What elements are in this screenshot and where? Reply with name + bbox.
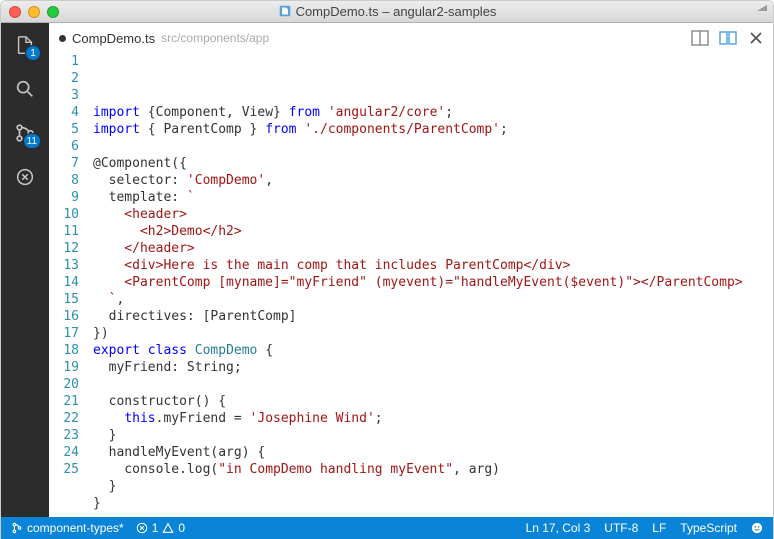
vscode-file-icon: [278, 4, 292, 18]
explorer-badge: 1: [25, 45, 41, 61]
code-line[interactable]: selector: 'CompDemo',: [93, 172, 773, 189]
line-number: 3: [49, 87, 79, 104]
line-number: 21: [49, 393, 79, 410]
code-line[interactable]: }): [93, 325, 773, 342]
code-line[interactable]: }: [93, 478, 773, 495]
line-number: 2: [49, 70, 79, 87]
code-line[interactable]: `,: [93, 291, 773, 308]
editor-group: CompDemo.ts src/components/app 123456789…: [49, 23, 773, 517]
line-number: 16: [49, 308, 79, 325]
code-line[interactable]: <h2>Demo</h2>: [93, 223, 773, 240]
code-line[interactable]: template: `: [93, 189, 773, 206]
code-line[interactable]: [93, 512, 773, 517]
line-number: 18: [49, 342, 79, 359]
search-view-button[interactable]: [11, 75, 39, 103]
line-number: 5: [49, 121, 79, 138]
status-warnings-count: 0: [178, 521, 185, 535]
status-problems[interactable]: 1 0: [136, 521, 185, 535]
code-line[interactable]: <ParentComp [myname]="myFriend" (myevent…: [93, 274, 773, 291]
line-number: 4: [49, 104, 79, 121]
code-line[interactable]: constructor() {: [93, 393, 773, 410]
line-number: 12: [49, 240, 79, 257]
code-line[interactable]: }: [93, 495, 773, 512]
status-errors-count: 1: [152, 521, 159, 535]
window-title: CompDemo.ts – angular2-samples: [1, 4, 773, 19]
close-window-button[interactable]: [9, 6, 21, 18]
compare-icon[interactable]: [719, 29, 737, 47]
code-line[interactable]: this.myFriend = 'Josephine Wind';: [93, 410, 773, 427]
window-titlebar: CompDemo.ts – angular2-samples: [1, 1, 773, 23]
line-number-gutter: 1234567891011121314151617181920212223242…: [49, 53, 93, 517]
code-line[interactable]: console.log("in CompDemo handling myEven…: [93, 461, 773, 478]
tab-filepath: src/components/app: [161, 31, 269, 45]
source-control-button[interactable]: 11: [11, 119, 39, 147]
code-line[interactable]: import { ParentComp } from './components…: [93, 121, 773, 138]
line-number: 25: [49, 461, 79, 478]
dirty-indicator-icon: [59, 35, 66, 42]
line-number: 23: [49, 427, 79, 444]
code-line[interactable]: @Component({: [93, 155, 773, 172]
minimize-window-button[interactable]: [28, 6, 40, 18]
explorer-view-button[interactable]: 1: [11, 31, 39, 59]
line-number: 10: [49, 206, 79, 223]
split-editor-icon[interactable]: [691, 29, 709, 47]
line-number: 8: [49, 172, 79, 189]
line-number: 14: [49, 274, 79, 291]
code-line[interactable]: export class CompDemo {: [93, 342, 773, 359]
line-number: 6: [49, 138, 79, 155]
code-line[interactable]: <header>: [93, 206, 773, 223]
line-number: 17: [49, 325, 79, 342]
line-number: 15: [49, 291, 79, 308]
line-number: 13: [49, 257, 79, 274]
line-number: 7: [49, 155, 79, 172]
code-line[interactable]: </header>: [93, 240, 773, 257]
zoom-window-button[interactable]: [47, 6, 59, 18]
line-number: 20: [49, 376, 79, 393]
line-number: 24: [49, 444, 79, 461]
line-number: 19: [49, 359, 79, 376]
status-cursor-position[interactable]: Ln 17, Col 3: [526, 521, 591, 535]
code-line[interactable]: <div>Here is the main comp that includes…: [93, 257, 773, 274]
fullscreen-icon[interactable]: [755, 3, 769, 17]
editor-tab-bar: CompDemo.ts src/components/app: [49, 23, 773, 53]
code-line[interactable]: handleMyEvent(arg) {: [93, 444, 773, 461]
status-feedback-icon[interactable]: [751, 522, 763, 534]
code-editor[interactable]: 1234567891011121314151617181920212223242…: [49, 53, 773, 517]
tab-filename[interactable]: CompDemo.ts: [72, 31, 155, 46]
line-number: 9: [49, 189, 79, 206]
code-line[interactable]: [93, 376, 773, 393]
line-number: 11: [49, 223, 79, 240]
code-line[interactable]: [93, 138, 773, 155]
debug-view-button[interactable]: [11, 163, 39, 191]
status-encoding[interactable]: UTF-8: [604, 521, 638, 535]
code-line[interactable]: import {Component, View} from 'angular2/…: [93, 104, 773, 121]
status-language[interactable]: TypeScript: [680, 521, 737, 535]
git-badge: 11: [23, 133, 41, 149]
status-eol[interactable]: LF: [652, 521, 666, 535]
code-content[interactable]: import {Component, View} from 'angular2/…: [93, 53, 773, 517]
status-bar: component-types* 1 0 Ln 17, Col 3 UTF-8 …: [1, 517, 773, 539]
activity-bar: 1 11: [1, 23, 49, 517]
line-number: 22: [49, 410, 79, 427]
close-editor-icon[interactable]: [747, 29, 765, 47]
window-controls: [1, 6, 59, 18]
code-line[interactable]: myFriend: String;: [93, 359, 773, 376]
line-number: 1: [49, 53, 79, 70]
code-line[interactable]: directives: [ParentComp]: [93, 308, 773, 325]
status-branch[interactable]: component-types*: [11, 521, 124, 535]
code-line[interactable]: }: [93, 427, 773, 444]
